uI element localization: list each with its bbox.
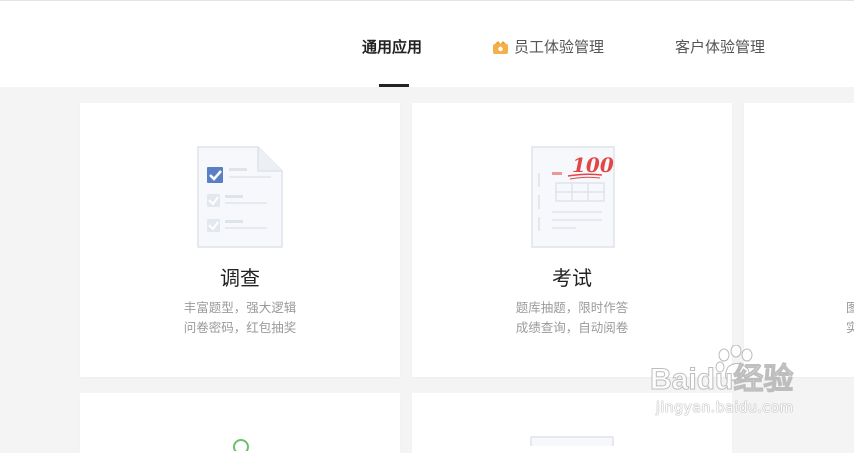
card-title: 调查: [220, 266, 260, 290]
watermark-url: jingyan.baidu.com: [656, 400, 794, 416]
active-tab-indicator: [379, 84, 409, 87]
top-navigation: 通用应用 员工体验管理 客户体验管理: [0, 0, 854, 87]
tab-employee-experience[interactable]: 员工体验管理: [492, 37, 604, 57]
watermark-brand: Baidu经验: [650, 362, 793, 396]
card-desc-line: 丰富题型，强大逻辑: [183, 300, 297, 315]
survey-checklist-icon: [197, 146, 283, 248]
card-desc-line: 题库抽题，限时作答: [515, 300, 629, 315]
card-desc-line: 实: [846, 320, 854, 335]
card-description: 题库抽题，限时作答 成绩查询，自动阅卷: [412, 298, 732, 338]
card-desc-line: 成绩查询，自动阅卷: [515, 320, 629, 335]
document-icon: [530, 436, 614, 446]
exam-score: 100: [572, 153, 614, 177]
green-circle-icon: [233, 439, 249, 451]
tab-general-apps[interactable]: 通用应用: [362, 37, 422, 57]
card-description: 图 实: [846, 298, 854, 338]
card-desc-line: 图: [846, 300, 854, 315]
crown-icon: [493, 41, 508, 54]
baidu-watermark-logo: Baidu经验: [650, 345, 794, 397]
card-title: 考试: [552, 266, 592, 290]
app-card-partial[interactable]: 图 实: [744, 103, 854, 377]
card-description: 丰富题型，强大逻辑 问卷密码，红包抽奖: [80, 298, 400, 338]
tab-employee-label: 员工体验管理: [514, 38, 605, 56]
app-card-exam[interactable]: 100 考试 题库抽题，限时作答 成绩查询，自动阅卷: [412, 103, 732, 377]
tab-customer-experience[interactable]: 客户体验管理: [675, 37, 765, 57]
app-card-survey[interactable]: 调查 丰富题型，强大逻辑 问卷密码，红包抽奖: [80, 103, 400, 377]
app-card-row2-left[interactable]: [80, 393, 400, 453]
card-desc-line: 问卷密码，红包抽奖: [183, 320, 297, 335]
